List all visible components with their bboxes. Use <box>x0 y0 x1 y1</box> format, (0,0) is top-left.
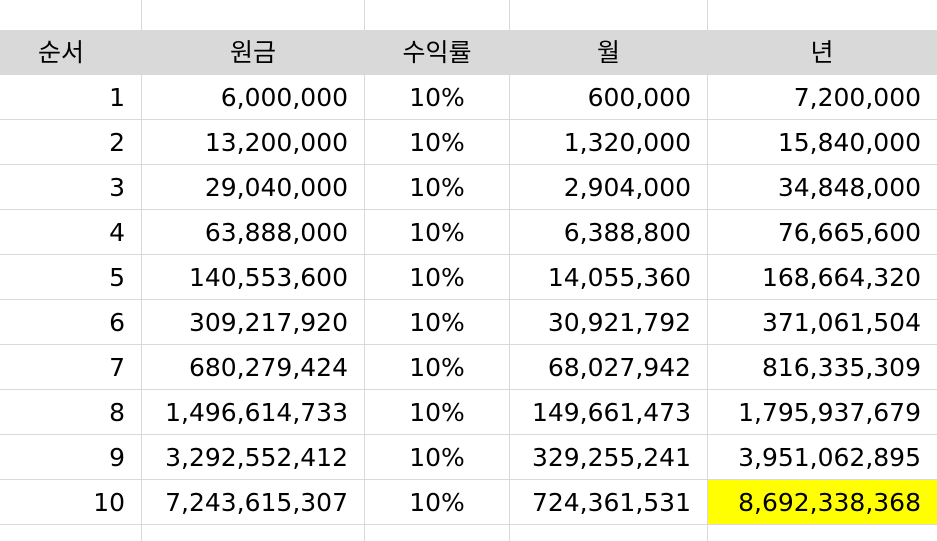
order-cell[interactable]: 1 <box>0 75 142 119</box>
empty-row <box>0 525 937 541</box>
table-row: 3 29,040,000 10% 2,904,000 34,848,000 <box>0 165 937 210</box>
cell[interactable] <box>365 525 510 541</box>
cell[interactable] <box>708 525 937 541</box>
cell[interactable] <box>708 0 937 30</box>
year-cell[interactable]: 1,795,937,679 <box>708 390 937 434</box>
principal-cell[interactable]: 7,243,615,307 <box>142 480 365 524</box>
principal-cell[interactable]: 140,553,600 <box>142 255 365 299</box>
rate-cell[interactable]: 10% <box>365 255 510 299</box>
table-row: 4 63,888,000 10% 6,388,800 76,665,600 <box>0 210 937 255</box>
header-cell-year[interactable]: 년 <box>708 30 937 75</box>
table-row: 6 309,217,920 10% 30,921,792 371,061,504 <box>0 300 937 345</box>
cell[interactable] <box>142 525 365 541</box>
month-cell[interactable]: 600,000 <box>510 75 708 119</box>
cell[interactable] <box>0 525 142 541</box>
header-cell-month[interactable]: 월 <box>510 30 708 75</box>
order-cell[interactable]: 3 <box>0 165 142 209</box>
order-cell[interactable]: 6 <box>0 300 142 344</box>
rate-cell[interactable]: 10% <box>365 345 510 389</box>
year-cell[interactable]: 3,951,062,895 <box>708 435 937 479</box>
month-cell[interactable]: 68,027,942 <box>510 345 708 389</box>
principal-cell[interactable]: 1,496,614,733 <box>142 390 365 434</box>
rate-cell[interactable]: 10% <box>365 435 510 479</box>
cell[interactable] <box>365 0 510 30</box>
table-row: 5 140,553,600 10% 14,055,360 168,664,320 <box>0 255 937 300</box>
empty-row <box>0 0 937 30</box>
rate-cell[interactable]: 10% <box>365 75 510 119</box>
order-cell[interactable]: 5 <box>0 255 142 299</box>
cell[interactable] <box>0 0 142 30</box>
month-cell[interactable]: 1,320,000 <box>510 120 708 164</box>
rate-cell[interactable]: 10% <box>365 390 510 434</box>
principal-cell[interactable]: 6,000,000 <box>142 75 365 119</box>
month-cell[interactable]: 6,388,800 <box>510 210 708 254</box>
spreadsheet-grid: 순서 원금 수익률 월 년 1 6,000,000 10% 600,000 7,… <box>0 0 937 541</box>
year-cell[interactable]: 76,665,600 <box>708 210 937 254</box>
rate-cell[interactable]: 10% <box>365 210 510 254</box>
principal-cell[interactable]: 63,888,000 <box>142 210 365 254</box>
month-cell[interactable]: 14,055,360 <box>510 255 708 299</box>
rate-cell[interactable]: 10% <box>365 480 510 524</box>
header-cell-rate[interactable]: 수익률 <box>365 30 510 75</box>
order-cell[interactable]: 4 <box>0 210 142 254</box>
order-cell[interactable]: 7 <box>0 345 142 389</box>
month-cell[interactable]: 329,255,241 <box>510 435 708 479</box>
month-cell[interactable]: 30,921,792 <box>510 300 708 344</box>
table-row: 9 3,292,552,412 10% 329,255,241 3,951,06… <box>0 435 937 480</box>
year-cell[interactable]: 34,848,000 <box>708 165 937 209</box>
table-row: 2 13,200,000 10% 1,320,000 15,840,000 <box>0 120 937 165</box>
month-cell[interactable]: 2,904,000 <box>510 165 708 209</box>
principal-cell[interactable]: 3,292,552,412 <box>142 435 365 479</box>
principal-cell[interactable]: 680,279,424 <box>142 345 365 389</box>
year-cell[interactable]: 7,200,000 <box>708 75 937 119</box>
principal-cell[interactable]: 309,217,920 <box>142 300 365 344</box>
order-cell[interactable]: 8 <box>0 390 142 434</box>
header-cell-principal[interactable]: 원금 <box>142 30 365 75</box>
year-cell-highlighted[interactable]: 8,692,338,368 <box>708 480 937 524</box>
cell[interactable] <box>510 0 708 30</box>
table-row: 10 7,243,615,307 10% 724,361,531 8,692,3… <box>0 480 937 525</box>
order-cell[interactable]: 9 <box>0 435 142 479</box>
cell[interactable] <box>510 525 708 541</box>
order-cell[interactable]: 10 <box>0 480 142 524</box>
table-row: 7 680,279,424 10% 68,027,942 816,335,309 <box>0 345 937 390</box>
rate-cell[interactable]: 10% <box>365 165 510 209</box>
cell[interactable] <box>142 0 365 30</box>
rate-cell[interactable]: 10% <box>365 120 510 164</box>
table-row: 8 1,496,614,733 10% 149,661,473 1,795,93… <box>0 390 937 435</box>
month-cell[interactable]: 724,361,531 <box>510 480 708 524</box>
header-cell-order[interactable]: 순서 <box>0 30 142 75</box>
year-cell[interactable]: 816,335,309 <box>708 345 937 389</box>
month-cell[interactable]: 149,661,473 <box>510 390 708 434</box>
principal-cell[interactable]: 29,040,000 <box>142 165 365 209</box>
principal-cell[interactable]: 13,200,000 <box>142 120 365 164</box>
year-cell[interactable]: 371,061,504 <box>708 300 937 344</box>
table-row: 1 6,000,000 10% 600,000 7,200,000 <box>0 75 937 120</box>
rate-cell[interactable]: 10% <box>365 300 510 344</box>
header-row: 순서 원금 수익률 월 년 <box>0 30 937 75</box>
year-cell[interactable]: 168,664,320 <box>708 255 937 299</box>
order-cell[interactable]: 2 <box>0 120 142 164</box>
year-cell[interactable]: 15,840,000 <box>708 120 937 164</box>
